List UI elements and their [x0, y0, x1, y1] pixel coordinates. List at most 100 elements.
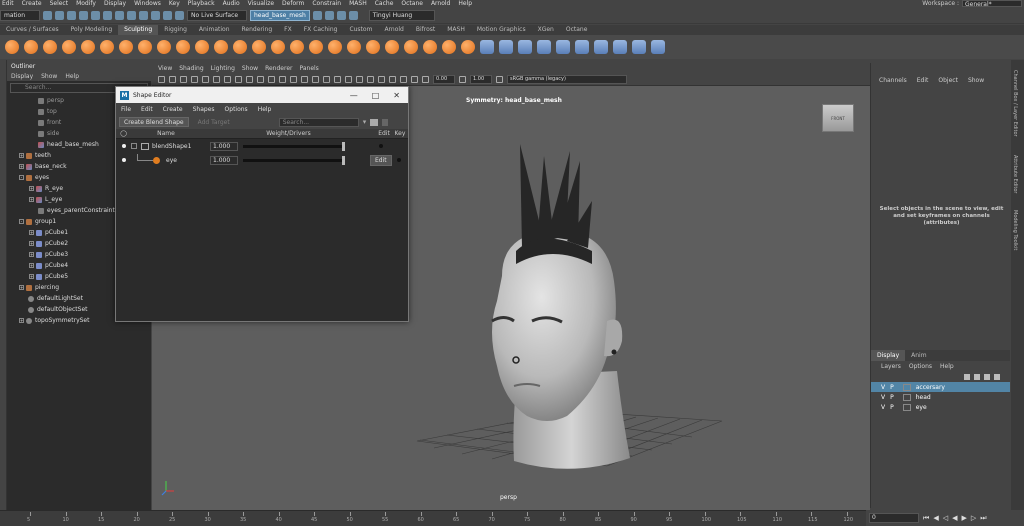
- blendshape-weight-field[interactable]: 1.000: [210, 141, 238, 151]
- snap-point-icon[interactable]: [163, 11, 172, 20]
- save-scene-icon[interactable]: [67, 11, 76, 20]
- workspace-dropdown[interactable]: General*: [962, 0, 1022, 8]
- menu-mash[interactable]: MASH: [349, 0, 367, 7]
- create-blend-shape-button[interactable]: Create Blend Shape: [119, 117, 189, 127]
- gamma-icon[interactable]: [459, 75, 466, 83]
- soft-select-icon[interactable]: [518, 40, 532, 54]
- viewport-menu-renderer[interactable]: Renderer: [265, 65, 292, 72]
- channel-menu-edit[interactable]: Edit: [917, 77, 929, 84]
- blend-shape-icon[interactable]: [575, 40, 589, 54]
- film-gate-icon[interactable]: [213, 75, 220, 83]
- wrap-icon[interactable]: [651, 40, 665, 54]
- layer-visibility-toggle[interactable]: V: [881, 394, 885, 401]
- menu-display[interactable]: Display: [104, 0, 126, 7]
- layer-playback-toggle[interactable]: P: [890, 394, 894, 401]
- menu-deform[interactable]: Deform: [282, 0, 304, 7]
- blendshape-row[interactable]: blendShape1 1.000: [116, 139, 408, 153]
- target-weight-slider[interactable]: [243, 155, 345, 165]
- outliner-menu-show[interactable]: Show: [41, 73, 57, 80]
- shelf-tab-animation[interactable]: Animation: [193, 25, 236, 35]
- menu-create[interactable]: Create: [22, 0, 42, 7]
- xray-icon[interactable]: [389, 75, 396, 83]
- undo-icon[interactable]: [79, 11, 88, 20]
- layer-playback-toggle[interactable]: P: [890, 384, 894, 391]
- bookmark-icon[interactable]: [180, 75, 187, 83]
- shelf-tab-arnold[interactable]: Arnold: [378, 25, 409, 35]
- expand-toggle-icon[interactable]: +: [19, 318, 24, 323]
- select-camera-icon[interactable]: [158, 75, 165, 83]
- layer-menu-options[interactable]: Options: [909, 363, 932, 370]
- step-forward-frame-icon[interactable]: ▷: [971, 514, 976, 522]
- play-backward-icon[interactable]: ◀: [952, 514, 957, 522]
- symmetry-icon[interactable]: [480, 40, 494, 54]
- shape-editor-menu-file[interactable]: File: [121, 106, 131, 113]
- select-hierarchy-icon[interactable]: [103, 11, 112, 20]
- menu-edit[interactable]: Edit: [2, 0, 14, 7]
- shape-editor-titlebar[interactable]: M Shape Editor — □ ✕: [116, 87, 408, 103]
- erase-tool-icon[interactable]: [385, 40, 399, 54]
- select-object-icon[interactable]: [115, 11, 124, 20]
- shelf-tab-mash[interactable]: MASH: [441, 25, 471, 35]
- channel-menu-object[interactable]: Object: [938, 77, 958, 84]
- shape-editor-menu-shapes[interactable]: Shapes: [193, 106, 215, 113]
- layer-row[interactable]: V Peye: [871, 402, 1010, 412]
- scrape-tool-icon[interactable]: [214, 40, 228, 54]
- grab-tool-icon[interactable]: [62, 40, 76, 54]
- wireframe-icon[interactable]: [268, 75, 275, 83]
- render-icon[interactable]: [312, 11, 322, 20]
- close-icon[interactable]: ✕: [393, 91, 400, 100]
- smooth-shade-icon[interactable]: [279, 75, 286, 83]
- active-object-field[interactable]: head_base_mesh: [250, 10, 310, 21]
- isolate-select-icon[interactable]: [378, 75, 385, 83]
- target-row-eye[interactable]: eye 1.000 Edit: [116, 153, 408, 167]
- spray-tool-icon[interactable]: [138, 40, 152, 54]
- shelf-tab-custom[interactable]: Custom: [343, 25, 378, 35]
- resolution-gate-icon[interactable]: [224, 75, 231, 83]
- depth-of-field-icon[interactable]: [367, 75, 374, 83]
- key-toggle[interactable]: [396, 158, 401, 162]
- shape-editor-search-input[interactable]: Search...: [278, 117, 359, 127]
- relax-tool-icon[interactable]: [43, 40, 57, 54]
- expand-toggle-icon[interactable]: +: [19, 164, 24, 169]
- viewport-menu-view[interactable]: View: [158, 65, 172, 72]
- menu-modify[interactable]: Modify: [76, 0, 96, 7]
- menu-cache[interactable]: Cache: [375, 0, 394, 7]
- gate-mask-icon[interactable]: [235, 75, 242, 83]
- shelf-tab-xgen[interactable]: XGen: [532, 25, 560, 35]
- uv-editor-icon[interactable]: [556, 40, 570, 54]
- stamp-tool-icon[interactable]: [404, 40, 418, 54]
- lights-icon[interactable]: [312, 75, 319, 83]
- shape-editor-menu-help[interactable]: Help: [258, 106, 272, 113]
- color-space-dropdown[interactable]: sRGB gamma (legacy): [507, 74, 627, 84]
- shelf-tab-octane[interactable]: Octane: [560, 25, 594, 35]
- mesh-display-icon[interactable]: [499, 40, 513, 54]
- sculpt-layer-icon[interactable]: [461, 40, 475, 54]
- textured-icon[interactable]: [301, 75, 308, 83]
- expand-toggle-icon[interactable]: +: [29, 252, 34, 257]
- hypershade-icon[interactable]: [348, 11, 358, 20]
- snap-surface-icon[interactable]: [175, 11, 184, 20]
- sculpt-brush-icon[interactable]: [423, 40, 437, 54]
- knife-tool-icon[interactable]: [252, 40, 266, 54]
- step-back-frame-icon[interactable]: ◁: [943, 514, 948, 522]
- layer-color-swatch[interactable]: [902, 383, 911, 391]
- user-account-dropdown[interactable]: Tingyi Huang: [368, 10, 435, 21]
- imprint-tool-icon[interactable]: [176, 40, 190, 54]
- view-cube[interactable]: FRONT: [822, 104, 854, 132]
- deformer-icon[interactable]: [632, 40, 646, 54]
- menu-visualize[interactable]: Visualize: [248, 0, 274, 7]
- convert-freeze-icon[interactable]: [347, 40, 361, 54]
- outliner-menu-help[interactable]: Help: [65, 73, 79, 80]
- viewport-menu-panels[interactable]: Panels: [299, 65, 318, 72]
- expand-toggle-icon[interactable]: +: [19, 285, 24, 290]
- go-to-start-icon[interactable]: ⏮: [923, 514, 929, 523]
- minimize-icon[interactable]: —: [350, 91, 358, 100]
- flatten-tool-icon[interactable]: [100, 40, 114, 54]
- menu-help[interactable]: Help: [458, 0, 472, 7]
- expand-toggle-icon[interactable]: +: [29, 274, 34, 279]
- side-tab-channel-box[interactable]: Channel Box / Layer Editor: [1012, 70, 1018, 137]
- menu-select[interactable]: Select: [50, 0, 69, 7]
- layer-playback-toggle[interactable]: P: [890, 404, 894, 411]
- menu-audio[interactable]: Audio: [223, 0, 240, 7]
- sculpt-settings-icon[interactable]: [442, 40, 456, 54]
